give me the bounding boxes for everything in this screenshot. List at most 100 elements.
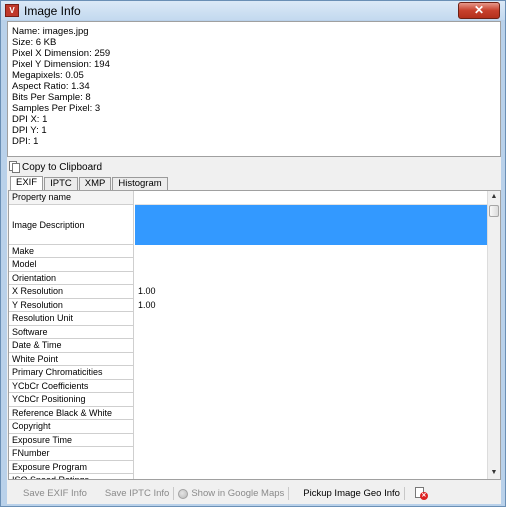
property-value-cell[interactable] bbox=[135, 474, 487, 479]
property-row[interactable]: YCbCr Coefficients bbox=[9, 379, 487, 394]
property-row[interactable]: ISO Speed Ratings bbox=[9, 474, 487, 479]
close-button[interactable]: ✕ bbox=[458, 2, 500, 19]
remove-geo-info-icon[interactable]: ✕ bbox=[414, 487, 428, 500]
property-name-cell: Software bbox=[9, 325, 134, 339]
scroll-down-arrow-icon[interactable]: ▼ bbox=[488, 467, 500, 479]
title-bar[interactable]: V Image Info ✕ bbox=[1, 1, 505, 20]
info-line: DPI Y: 1 bbox=[12, 125, 47, 136]
image-info-window: V Image Info ✕ Name: images.jpg Size: 6 … bbox=[0, 0, 506, 507]
property-row[interactable]: YCbCr Positioning bbox=[9, 393, 487, 407]
property-row[interactable]: X Resolution 1.00 bbox=[9, 285, 487, 299]
info-line: DPI: 1 bbox=[12, 136, 39, 147]
property-value-cell[interactable] bbox=[135, 204, 487, 245]
property-value-cell[interactable] bbox=[135, 272, 487, 286]
pickup-image-geo-info-button[interactable]: Pickup Image Geo Info bbox=[303, 486, 400, 502]
show-in-google-maps-button[interactable]: Show in Google Maps bbox=[178, 486, 284, 502]
scroll-thumb[interactable] bbox=[489, 205, 499, 217]
property-name-cell: White Point bbox=[9, 352, 134, 366]
property-row[interactable]: Date & Time bbox=[9, 339, 487, 353]
info-line: Size: 6 KB bbox=[12, 37, 57, 48]
property-row[interactable]: Model bbox=[9, 258, 487, 272]
property-value-cell[interactable] bbox=[135, 407, 487, 421]
property-value-cell[interactable] bbox=[135, 366, 487, 380]
property-name-cell: Y Resolution bbox=[9, 298, 134, 312]
tab-iptc[interactable]: IPTC bbox=[44, 177, 78, 190]
property-row[interactable]: Primary Chromaticities bbox=[9, 366, 487, 380]
property-value-cell[interactable] bbox=[135, 393, 487, 407]
property-name-cell: FNumber bbox=[9, 447, 134, 461]
tab-exif[interactable]: EXIF bbox=[10, 176, 44, 190]
property-grid-rows: Property name Image Description Make Model… bbox=[9, 191, 487, 479]
property-row[interactable]: Exposure Time bbox=[9, 433, 487, 448]
property-value-cell[interactable] bbox=[135, 326, 487, 340]
property-value-cell[interactable] bbox=[135, 461, 487, 475]
property-row[interactable]: Orientation bbox=[9, 271, 487, 286]
property-row[interactable]: FNumber bbox=[9, 447, 487, 461]
property-row[interactable]: Image Description bbox=[9, 204, 487, 245]
info-line: Bits Per Sample: 8 bbox=[12, 92, 91, 103]
grid-header-row: Property name bbox=[9, 191, 487, 205]
scroll-up-arrow-icon[interactable]: ▲ bbox=[488, 191, 500, 203]
window-title: Image Info bbox=[24, 4, 81, 18]
tab-xmp[interactable]: XMP bbox=[78, 177, 112, 190]
property-name-cell: X Resolution bbox=[9, 285, 134, 299]
property-value-cell[interactable] bbox=[135, 420, 487, 434]
property-value-cell[interactable] bbox=[135, 258, 487, 272]
property-value-cell[interactable] bbox=[135, 353, 487, 367]
copy-to-clipboard-button[interactable]: Copy to Clipboard bbox=[9, 160, 102, 174]
info-line: Pixel Y Dimension: 194 bbox=[12, 59, 110, 70]
app-icon: V bbox=[5, 4, 19, 17]
property-row[interactable]: Software bbox=[9, 325, 487, 340]
property-name-cell: Resolution Unit bbox=[9, 312, 134, 326]
toolbar-separator bbox=[403, 487, 405, 500]
property-name-cell: Exposure Program bbox=[9, 460, 134, 474]
exif-property-grid[interactable]: Property name Image Description Make Model… bbox=[8, 190, 501, 480]
globe-icon bbox=[178, 488, 189, 499]
property-row[interactable]: White Point bbox=[9, 352, 487, 367]
info-line: Megapixels: 0.05 bbox=[12, 70, 84, 81]
property-name-cell: Orientation bbox=[9, 271, 134, 285]
client-area: Name: images.jpg Size: 6 KB Pixel X Dime… bbox=[7, 21, 501, 504]
property-value-cell[interactable] bbox=[135, 447, 487, 461]
save-exif-button[interactable]: Save EXIF Info bbox=[23, 486, 87, 502]
show-in-google-maps-label: Show in Google Maps bbox=[191, 487, 285, 499]
property-row[interactable]: Make bbox=[9, 244, 487, 259]
tab-strip: EXIF IPTC XMP Histogram bbox=[10, 176, 169, 190]
property-name-cell: Model bbox=[9, 258, 134, 272]
property-value-cell[interactable] bbox=[135, 380, 487, 394]
property-row[interactable]: Exposure Program bbox=[9, 460, 487, 475]
property-value-cell[interactable]: 1.00 bbox=[135, 285, 487, 299]
property-value-cell[interactable] bbox=[135, 312, 487, 326]
property-value-cell[interactable]: 1.00 bbox=[135, 299, 487, 313]
property-name-cell: YCbCr Coefficients bbox=[9, 379, 134, 393]
info-line: Aspect Ratio: 1.34 bbox=[12, 81, 90, 92]
property-name-cell: Make bbox=[9, 244, 134, 258]
vertical-scrollbar[interactable]: ▲ ▼ bbox=[487, 191, 500, 479]
property-name-cell: ISO Speed Ratings bbox=[9, 474, 134, 479]
property-row[interactable]: Reference Black & White bbox=[9, 406, 487, 421]
property-value-cell[interactable] bbox=[135, 434, 487, 448]
property-name-cell: Date & Time bbox=[9, 339, 134, 353]
property-row[interactable]: Y Resolution 1.00 bbox=[9, 298, 487, 313]
copy-to-clipboard-label: Copy to Clipboard bbox=[22, 161, 103, 173]
property-value-cell[interactable] bbox=[135, 245, 487, 259]
tab-histogram[interactable]: Histogram bbox=[112, 177, 168, 190]
property-name-cell: Primary Chromaticities bbox=[9, 366, 134, 380]
toolbar-separator bbox=[173, 487, 175, 500]
info-text-panel[interactable]: Name: images.jpg Size: 6 KB Pixel X Dime… bbox=[7, 21, 501, 157]
property-row[interactable]: Resolution Unit bbox=[9, 312, 487, 326]
bottom-toolbar: Save EXIF Info Save IPTC Info Show in Go… bbox=[7, 485, 501, 502]
toolbar-separator bbox=[288, 487, 290, 500]
info-line: Pixel X Dimension: 259 bbox=[12, 48, 111, 59]
info-line: DPI X: 1 bbox=[12, 114, 48, 125]
property-name-cell: Image Description bbox=[9, 204, 134, 245]
property-row[interactable]: Copyright bbox=[9, 420, 487, 434]
property-name-cell: Exposure Time bbox=[9, 433, 134, 447]
property-name-cell: Reference Black & White bbox=[9, 406, 134, 420]
property-name-cell: Copyright bbox=[9, 420, 134, 434]
property-value-header bbox=[135, 191, 487, 205]
property-value-cell[interactable] bbox=[135, 339, 487, 353]
save-iptc-button[interactable]: Save IPTC Info bbox=[105, 486, 169, 502]
copy-icon bbox=[9, 161, 20, 173]
info-line: Samples Per Pixel: 3 bbox=[12, 103, 101, 114]
